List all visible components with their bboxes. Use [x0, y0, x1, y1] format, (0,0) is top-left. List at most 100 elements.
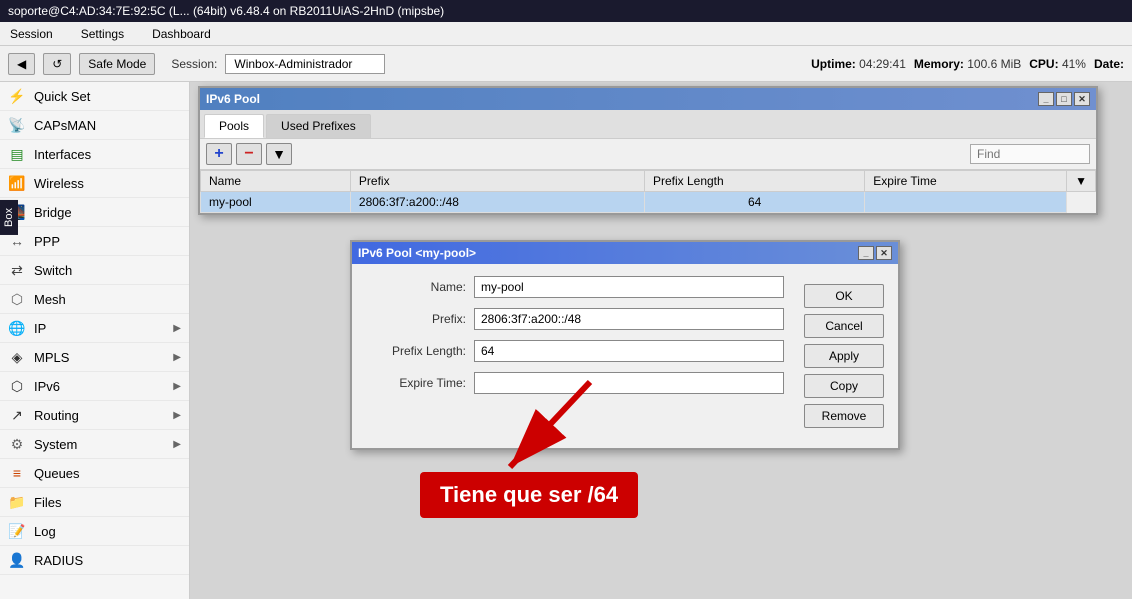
radius-icon: 👤 — [8, 551, 26, 569]
col-prefix[interactable]: Prefix — [350, 171, 644, 192]
table-toolbar: + − ▼ — [200, 139, 1096, 170]
tab-used-prefixes[interactable]: Used Prefixes — [266, 114, 371, 138]
annotation-label: Tiene que ser /64 — [420, 472, 638, 518]
quick-set-icon: ⚡ — [8, 87, 26, 105]
input-name[interactable] — [474, 276, 784, 298]
sidebar-label-radius: RADIUS — [34, 553, 83, 568]
form-row-expire-time: Expire Time: — [364, 372, 784, 394]
dialog-close-button[interactable]: ✕ — [876, 246, 892, 260]
app-title: soporte@C4:AD:34:7E:92:5C (L... (64bit) … — [8, 4, 1124, 18]
date-label: Date: — [1094, 57, 1124, 71]
cancel-button[interactable]: Cancel — [804, 314, 884, 338]
log-icon: 📝 — [8, 522, 26, 540]
safe-mode-button[interactable]: Safe Mode — [79, 53, 155, 75]
side-label: Box — [0, 200, 18, 235]
sidebar-item-ip[interactable]: 🌐 IP — [0, 314, 189, 343]
remove-button[interactable]: Remove — [804, 404, 884, 428]
window-controls: _ □ ✕ — [1038, 92, 1090, 106]
sidebar-item-mesh[interactable]: ⬡ Mesh — [0, 285, 189, 314]
status-bar: Uptime: 04:29:41 Memory: 100.6 MiB CPU: … — [811, 57, 1124, 71]
find-container — [970, 144, 1090, 164]
back-button[interactable]: ◀ — [8, 53, 35, 75]
uptime-label: Uptime: 04:29:41 — [811, 57, 906, 71]
ok-button[interactable]: OK — [804, 284, 884, 308]
menu-settings[interactable]: Settings — [75, 25, 130, 43]
sidebar-item-mpls[interactable]: ◈ MPLS — [0, 343, 189, 372]
ipv6-pool-window: IPv6 Pool _ □ ✕ Pools Used Prefixes + − … — [198, 86, 1098, 215]
sidebar-item-wireless[interactable]: 📶 Wireless — [0, 169, 189, 198]
sidebar-item-files[interactable]: 📁 Files — [0, 488, 189, 517]
sidebar-item-ppp[interactable]: ↔ PPP — [0, 227, 189, 256]
remove-button[interactable]: − — [236, 143, 262, 165]
input-prefix-length[interactable] — [474, 340, 784, 362]
cell-name: my-pool — [201, 192, 351, 213]
sidebar-label-switch: Switch — [34, 263, 72, 278]
dialog-buttons: OK Cancel Apply Copy Remove — [796, 276, 886, 436]
dialog-window-controls: _ ✕ — [858, 246, 892, 260]
table-row[interactable]: my-pool 2806:3f7:a200::/48 64 — [201, 192, 1096, 213]
form-body: Name: Prefix: Prefix Length: — [352, 264, 898, 448]
add-button[interactable]: + — [206, 143, 232, 165]
sidebar-label-mesh: Mesh — [34, 292, 66, 307]
minimize-button[interactable]: _ — [1038, 92, 1054, 106]
input-expire-time[interactable] — [474, 372, 784, 394]
sidebar-item-ipv6[interactable]: ⬡ IPv6 — [0, 372, 189, 401]
col-name[interactable]: Name — [201, 171, 351, 192]
sidebar-item-quick-set[interactable]: ⚡ Quick Set — [0, 82, 189, 111]
session-value: Winbox-Administrador — [225, 54, 385, 74]
filter-button[interactable]: ▼ — [266, 143, 292, 165]
sidebar-label-capsman: CAPsMAN — [34, 118, 96, 133]
sidebar-label-system: System — [34, 437, 77, 452]
toolbar: ◀ ↺ Safe Mode Session: Winbox-Administra… — [0, 46, 1132, 82]
form-row-prefix: Prefix: — [364, 308, 784, 330]
sidebar-label-wireless: Wireless — [34, 176, 84, 191]
form-fields: Name: Prefix: Prefix Length: — [364, 276, 784, 436]
queues-icon: ≡ — [8, 464, 26, 482]
session-label: Session: — [171, 57, 217, 71]
sidebar-item-system[interactable]: ⚙ System — [0, 430, 189, 459]
label-prefix-length: Prefix Length: — [364, 344, 474, 358]
cell-prefix-length: 64 — [644, 192, 864, 213]
routing-icon: ↗ — [8, 406, 26, 424]
apply-button[interactable]: Apply — [804, 344, 884, 368]
sidebar-item-radius[interactable]: 👤 RADIUS — [0, 546, 189, 575]
sidebar-item-interfaces[interactable]: ▤ Interfaces — [0, 140, 189, 169]
close-button[interactable]: ✕ — [1074, 92, 1090, 106]
col-dropdown[interactable]: ▼ — [1067, 171, 1096, 192]
find-input[interactable] — [970, 144, 1090, 164]
col-expire-time[interactable]: Expire Time — [865, 171, 1067, 192]
sidebar-item-switch[interactable]: ⇄ Switch — [0, 256, 189, 285]
interfaces-icon: ▤ — [8, 145, 26, 163]
sidebar-item-bridge[interactable]: 🌉 Bridge — [0, 198, 189, 227]
form-row-prefix-length: Prefix Length: — [364, 340, 784, 362]
cpu-label: CPU: 41% — [1029, 57, 1086, 71]
capsman-icon: 📡 — [8, 116, 26, 134]
mesh-icon: ⬡ — [8, 290, 26, 308]
sidebar-label-ipv6: IPv6 — [34, 379, 60, 394]
refresh-button[interactable]: ↺ — [43, 53, 71, 75]
col-prefix-length[interactable]: Prefix Length — [644, 171, 864, 192]
sidebar: ⚡ Quick Set 📡 CAPsMAN ▤ Interfaces 📶 Wir… — [0, 82, 190, 599]
dialog-window: IPv6 Pool <my-pool> _ ✕ Name: Prefix: — [350, 240, 900, 450]
menu-dashboard[interactable]: Dashboard — [146, 25, 217, 43]
sidebar-item-routing[interactable]: ↗ Routing — [0, 401, 189, 430]
menu-bar: Session Settings Dashboard — [0, 22, 1132, 46]
pools-table: Name Prefix Prefix Length Expire Time ▼ … — [200, 170, 1096, 213]
system-icon: ⚙ — [8, 435, 26, 453]
sidebar-label-ip: IP — [34, 321, 46, 336]
cell-prefix: 2806:3f7:a200::/48 — [350, 192, 644, 213]
files-icon: 📁 — [8, 493, 26, 511]
sidebar-label-bridge: Bridge — [34, 205, 72, 220]
input-prefix[interactable] — [474, 308, 784, 330]
copy-button[interactable]: Copy — [804, 374, 884, 398]
tab-pools[interactable]: Pools — [204, 114, 264, 138]
menu-session[interactable]: Session — [4, 25, 59, 43]
sidebar-item-queues[interactable]: ≡ Queues — [0, 459, 189, 488]
sidebar-label-quick-set: Quick Set — [34, 89, 90, 104]
sidebar-item-log[interactable]: 📝 Log — [0, 517, 189, 546]
maximize-button[interactable]: □ — [1056, 92, 1072, 106]
sidebar-label-interfaces: Interfaces — [34, 147, 91, 162]
dialog-minimize-button[interactable]: _ — [858, 246, 874, 260]
mpls-icon: ◈ — [8, 348, 26, 366]
sidebar-item-capsman[interactable]: 📡 CAPsMAN — [0, 111, 189, 140]
